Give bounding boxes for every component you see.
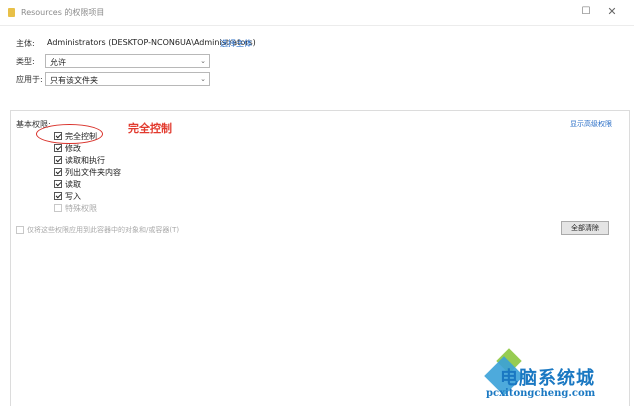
title-bar: Resources 的权限项目 ☐ ✕ [0, 0, 634, 26]
applies-to-label: 应用于: [16, 75, 43, 84]
perm-label: 特殊权限 [65, 204, 97, 213]
checkbox[interactable] [54, 144, 62, 152]
type-label: 类型: [16, 57, 35, 66]
maximize-icon[interactable]: ☐ [576, 4, 596, 20]
perm-label: 读取和执行 [65, 156, 105, 165]
window-title: Resources 的权限项目 [21, 8, 105, 17]
checkbox [16, 226, 24, 234]
checkbox[interactable] [54, 156, 62, 164]
principal-label: 主体: [16, 39, 35, 48]
chevron-down-icon: ⌄ [200, 75, 206, 83]
perm-label: 列出文件夹内容 [65, 168, 121, 177]
show-advanced-permissions-link[interactable]: 显示高级权限 [570, 119, 612, 129]
applies-to-dropdown-value: 只有该文件夹 [50, 76, 98, 85]
perm-label: 修改 [65, 144, 81, 153]
applies-to-dropdown[interactable]: 只有该文件夹 ⌄ [45, 72, 210, 86]
checkbox[interactable] [54, 192, 62, 200]
checkbox[interactable] [54, 180, 62, 188]
perm-label: 写入 [65, 192, 81, 201]
watermark-title: 电脑系统城 [500, 368, 595, 389]
folder-icon [8, 8, 15, 17]
checkbox [54, 204, 62, 212]
select-principal-link[interactable]: 选择主体 [220, 38, 252, 49]
watermark-domain: pcxitongcheng.com [486, 388, 596, 399]
watermark-logo: 电脑系统城 pcxitongcheng.com [484, 348, 634, 406]
type-dropdown[interactable]: 允许 ⌄ [45, 54, 210, 68]
close-icon[interactable]: ✕ [602, 4, 622, 20]
annotation-circle [36, 124, 103, 144]
perm-label: 读取 [65, 180, 81, 189]
chevron-down-icon: ⌄ [200, 57, 206, 65]
annotation-text: 完全控制 [128, 122, 172, 135]
apply-to-container-label: 仅将这些权限应用到此容器中的对象和/或容器(T) [27, 226, 180, 234]
checkbox[interactable] [54, 168, 62, 176]
type-dropdown-value: 允许 [50, 58, 66, 67]
clear-all-button[interactable]: 全部清除 [561, 221, 609, 235]
